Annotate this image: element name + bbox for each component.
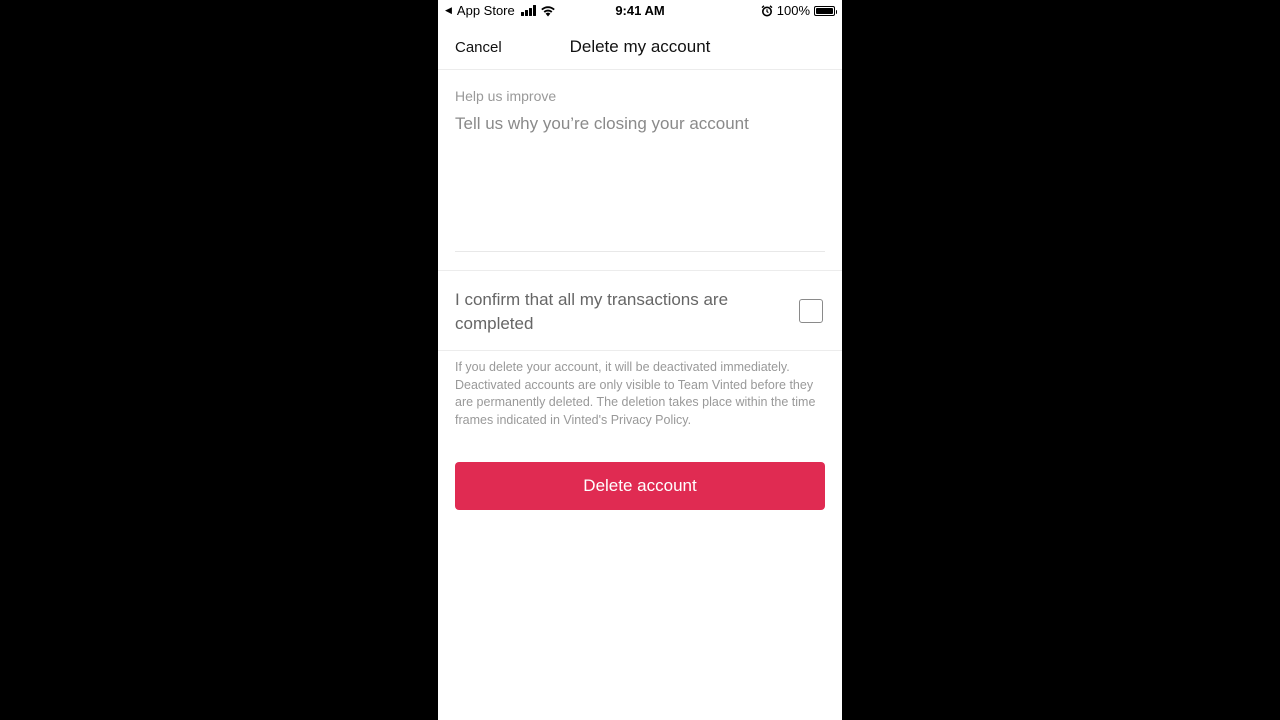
- deletion-notice: If you delete your account, it will be d…: [455, 360, 816, 427]
- battery-icon: [814, 5, 837, 16]
- cancel-button[interactable]: Cancel: [455, 39, 502, 56]
- reason-section: Help us improve: [438, 70, 842, 271]
- reason-label: Help us improve: [455, 88, 557, 104]
- navigation-bar: Cancel Delete my account: [438, 22, 842, 70]
- delete-account-button[interactable]: Delete account: [455, 462, 825, 510]
- alarm-icon: [761, 4, 773, 16]
- status-right: 100%: [761, 3, 837, 18]
- confirm-transactions-row[interactable]: I confirm that all my transactions are c…: [438, 271, 842, 351]
- phone-screen: ◀ App Store 9:41 AM 100% Cancel Delete m…: [438, 0, 842, 720]
- confirm-transactions-checkbox[interactable]: [799, 299, 823, 323]
- battery-percent: 100%: [776, 3, 810, 18]
- confirm-transactions-label: I confirm that all my transactions are c…: [455, 290, 729, 333]
- reason-textarea[interactable]: [455, 114, 825, 252]
- status-bar: ◀ App Store 9:41 AM 100%: [438, 0, 842, 22]
